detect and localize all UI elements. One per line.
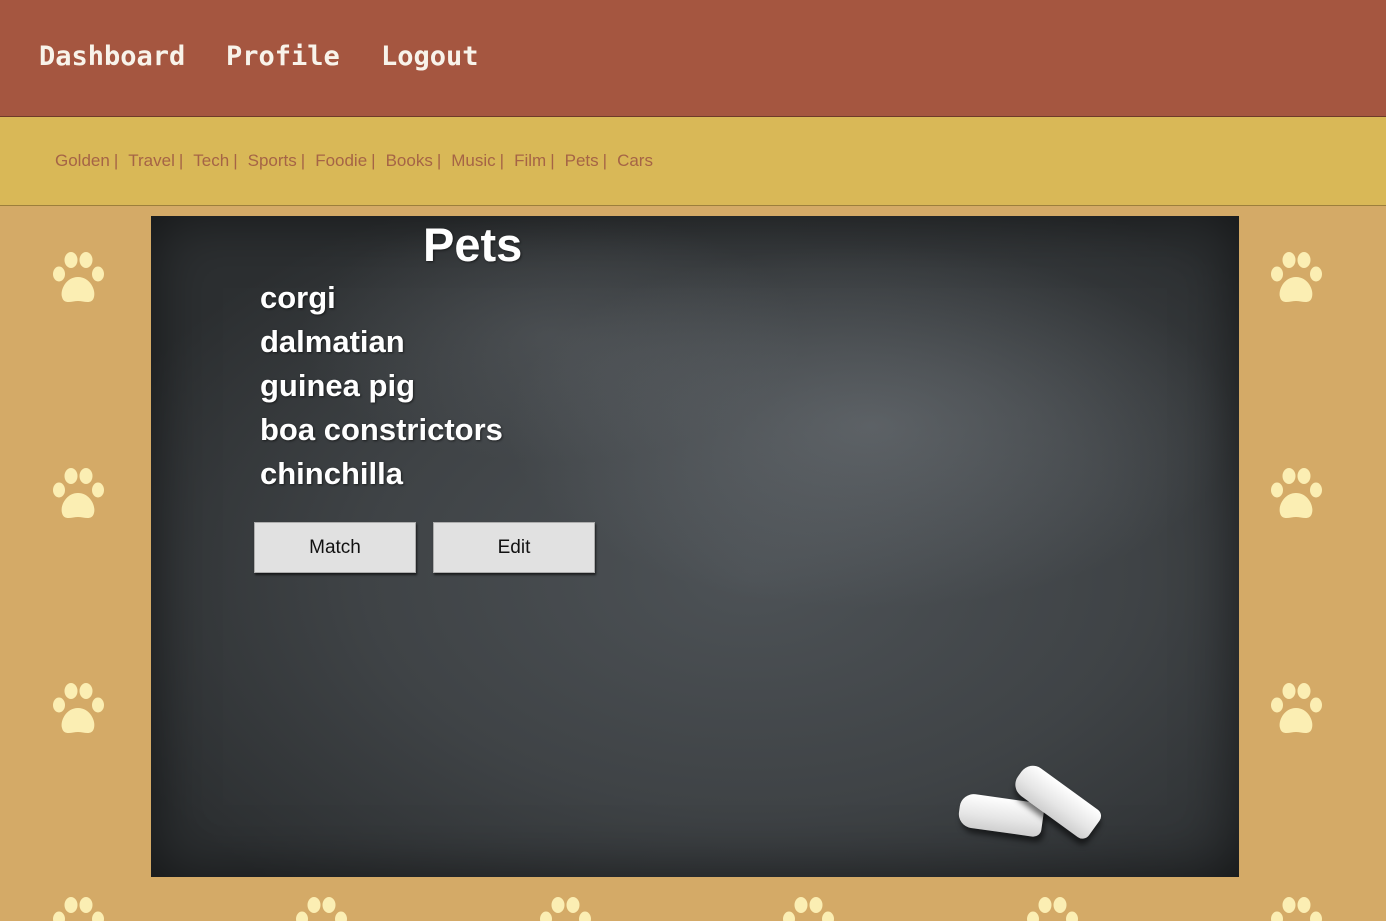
pet-list-item: guinea pig (260, 368, 415, 403)
category-link-music[interactable]: Music (451, 150, 495, 172)
board-title: Pets (423, 218, 523, 271)
pet-list-item: corgi (260, 280, 336, 315)
edit-button[interactable]: Edit (433, 522, 595, 573)
nav-profile-link[interactable]: Profile (226, 40, 340, 74)
paw-print-icon (50, 466, 106, 526)
category-link-foodie[interactable]: Foodie (315, 150, 367, 172)
category-separator: | (300, 151, 306, 170)
pet-list-item: boa constrictors (260, 412, 503, 447)
pet-list-item: chinchilla (260, 456, 403, 491)
chalkboard-panel: Pets corgi dalmatian guinea pig boa cons… (151, 216, 1239, 877)
category-link-pets[interactable]: Pets (565, 150, 599, 172)
category-link-tech[interactable]: Tech (193, 150, 229, 172)
paw-print-icon (1024, 895, 1080, 921)
paw-print-icon (1268, 466, 1324, 526)
nav-logout-link[interactable]: Logout (381, 40, 479, 74)
category-separator: | (178, 151, 184, 170)
paw-print-icon (1268, 895, 1324, 921)
paw-print-icon (50, 895, 106, 921)
category-link-sports[interactable]: Sports (248, 150, 297, 172)
paw-print-icon (50, 250, 106, 310)
category-link-film[interactable]: Film (514, 150, 546, 172)
category-separator: | (371, 151, 376, 170)
paw-print-icon (537, 895, 593, 921)
category-separator: | (436, 151, 442, 170)
category-separator: | (602, 151, 608, 170)
paw-print-icon (1268, 681, 1324, 741)
top-navigation-bar: Dashboard Profile Logout (0, 0, 1386, 117)
paw-print-icon (293, 895, 349, 921)
category-link-books[interactable]: Books (386, 150, 433, 172)
paw-print-icon (1268, 250, 1324, 310)
paw-print-icon (50, 681, 106, 741)
category-separator: | (113, 151, 119, 170)
category-link-golden[interactable]: Golden (55, 150, 110, 172)
category-link-travel[interactable]: Travel (128, 150, 175, 172)
category-separator: | (499, 151, 505, 170)
category-separator: | (550, 151, 555, 170)
category-separator: | (233, 151, 238, 170)
pet-list-item: dalmatian (260, 324, 405, 359)
category-link-cars[interactable]: Cars (617, 150, 653, 172)
nav-dashboard-link[interactable]: Dashboard (39, 40, 185, 74)
paw-print-icon (780, 895, 836, 921)
pet-list: corgi dalmatian guinea pig boa constrict… (260, 276, 503, 496)
match-button[interactable]: Match (254, 522, 416, 573)
category-list: Golden | Travel | Tech | Sports | Foodie | Bo… (55, 150, 653, 172)
